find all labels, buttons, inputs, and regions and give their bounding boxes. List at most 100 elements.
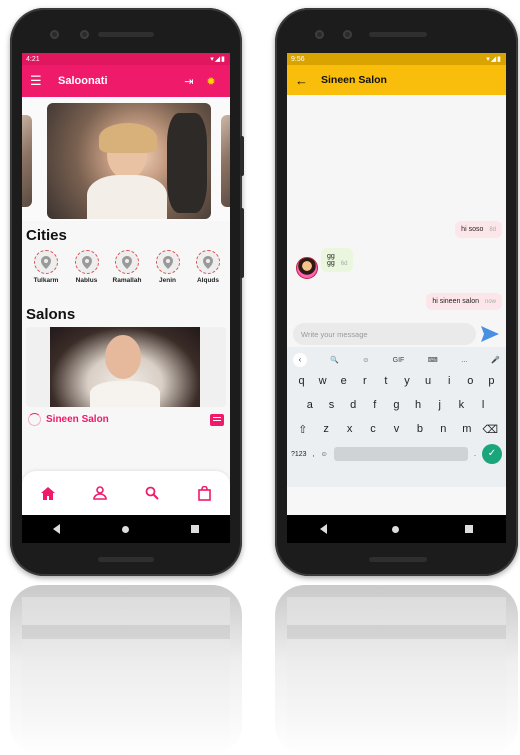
photo-hair (99, 123, 157, 153)
theme-toggle-icon[interactable]: ✹ (200, 75, 222, 88)
enter-check-icon[interactable]: ✓ (482, 444, 502, 464)
key[interactable]: i (440, 375, 458, 387)
chat-icon[interactable] (210, 413, 224, 426)
key[interactable]: j (431, 399, 449, 411)
home-circle-icon[interactable] (392, 525, 400, 533)
back-icon[interactable] (53, 524, 60, 534)
system-navigation-bar (22, 515, 230, 543)
message-input[interactable]: Write your message (293, 323, 476, 345)
key[interactable]: g (387, 399, 405, 411)
message-composer: Write your message (287, 321, 506, 347)
location-pin-icon (162, 255, 173, 269)
home-circle-icon[interactable] (122, 525, 129, 533)
status-icons: ▾◢▮ (210, 56, 226, 63)
recents-icon[interactable] (465, 525, 474, 533)
send-icon[interactable] (480, 325, 500, 343)
key[interactable]: d (344, 399, 362, 411)
back-icon[interactable] (319, 524, 327, 534)
key[interactable]: s (322, 399, 340, 411)
key[interactable]: p (482, 375, 500, 387)
shopping-bag-icon[interactable] (193, 482, 215, 504)
key[interactable]: b (411, 423, 429, 435)
salon-item[interactable]: Sineen Salon (22, 407, 230, 432)
image-carousel[interactable] (22, 97, 230, 221)
period-key[interactable]: . (474, 451, 476, 458)
key[interactable]: f (366, 399, 384, 411)
symbols-key[interactable]: ?123 (291, 451, 307, 458)
key[interactable]: z (317, 423, 335, 435)
carousel-slide-prev[interactable] (22, 115, 32, 207)
photo-shirt (87, 175, 167, 219)
emoji-icon[interactable]: ☺ (362, 357, 369, 364)
key[interactable]: y (398, 375, 416, 387)
spacebar[interactable] (333, 447, 469, 461)
key[interactable]: o (461, 375, 479, 387)
profile-icon[interactable] (89, 482, 111, 504)
city-avatar (115, 250, 139, 274)
key[interactable]: h (409, 399, 427, 411)
city-avatar (196, 250, 220, 274)
bottom-navigation (22, 471, 230, 515)
chat-messages[interactable]: hi soso 8d gg gg 6d hi sineen salon now (287, 95, 506, 321)
back-arrow-icon[interactable]: ← (295, 73, 317, 88)
search-icon[interactable] (141, 482, 163, 504)
menu-icon[interactable]: ☰ (30, 73, 50, 89)
city-name: Nablus (75, 277, 98, 284)
volume-button (240, 208, 244, 278)
key[interactable]: m (458, 423, 476, 435)
key[interactable]: n (434, 423, 452, 435)
key[interactable]: t (377, 375, 395, 387)
emoji-key-icon[interactable]: ☺ (321, 451, 328, 458)
city-item[interactable]: Alquds (188, 250, 228, 284)
comma-key[interactable]: , (313, 451, 315, 458)
microphone-icon[interactable]: 🎤 (491, 356, 500, 364)
shift-icon[interactable]: ⇧ (294, 423, 312, 436)
key[interactable]: e (335, 375, 353, 387)
contact-avatar (296, 257, 318, 279)
key[interactable]: r (356, 375, 374, 387)
carousel-slide-next[interactable] (221, 115, 230, 207)
key[interactable]: c (364, 423, 382, 435)
keyboard-search-icon[interactable]: 🔍 (330, 356, 339, 364)
gif-button[interactable]: GIF (393, 357, 405, 364)
key[interactable]: v (387, 423, 405, 435)
key[interactable]: k (452, 399, 470, 411)
keyboard-back-icon[interactable]: ‹ (293, 353, 307, 367)
key[interactable]: x (341, 423, 359, 435)
keyboard: ‹ 🔍 ☺ GIF ⌨ … 🎤 q w e r t y u i o p a s … (287, 347, 506, 487)
front-camera (50, 30, 59, 39)
city-name: Jenin (159, 277, 176, 284)
city-name: Tulkarm (33, 277, 59, 284)
key[interactable]: w (314, 375, 332, 387)
more-icon[interactable]: … (461, 357, 468, 364)
city-item[interactable]: Nablus (67, 250, 107, 284)
app-bar: ← Sineen Salon (287, 65, 506, 95)
salon-card-image[interactable] (26, 327, 226, 407)
message-time: now (484, 299, 496, 305)
message-time: 8d (489, 227, 496, 233)
reflection-screen (287, 597, 506, 755)
message-incoming: gg gg 6d (321, 248, 354, 272)
salons-heading: Salons (26, 306, 76, 323)
city-item[interactable]: Ramallah (107, 250, 147, 284)
key[interactable]: l (474, 399, 492, 411)
logout-icon[interactable]: ⇥ (178, 75, 200, 88)
carousel-slide-current[interactable] (47, 103, 211, 219)
backspace-icon[interactable]: ⌫ (481, 423, 499, 436)
message-subtext: gg (327, 260, 335, 267)
city-item[interactable]: Jenin (148, 250, 188, 284)
power-button (240, 136, 244, 176)
key[interactable]: a (301, 399, 319, 411)
message-outgoing: hi soso 8d (455, 221, 502, 238)
message-time: 6d (340, 261, 348, 267)
city-item[interactable]: Tulkarm (26, 250, 66, 284)
left-phone: 4:21 ▾◢▮ ☰ Saloonati ⇥ ✹ Cities Tulkarm … (10, 8, 244, 576)
city-name: Alquds (196, 277, 220, 284)
key[interactable]: q (293, 375, 311, 387)
home-icon[interactable] (37, 482, 59, 504)
recents-icon[interactable] (191, 525, 199, 533)
location-pin-icon (122, 255, 132, 269)
key[interactable]: u (419, 375, 437, 387)
translate-icon[interactable]: ⌨ (428, 356, 438, 364)
status-time: 9:56 (291, 55, 305, 63)
